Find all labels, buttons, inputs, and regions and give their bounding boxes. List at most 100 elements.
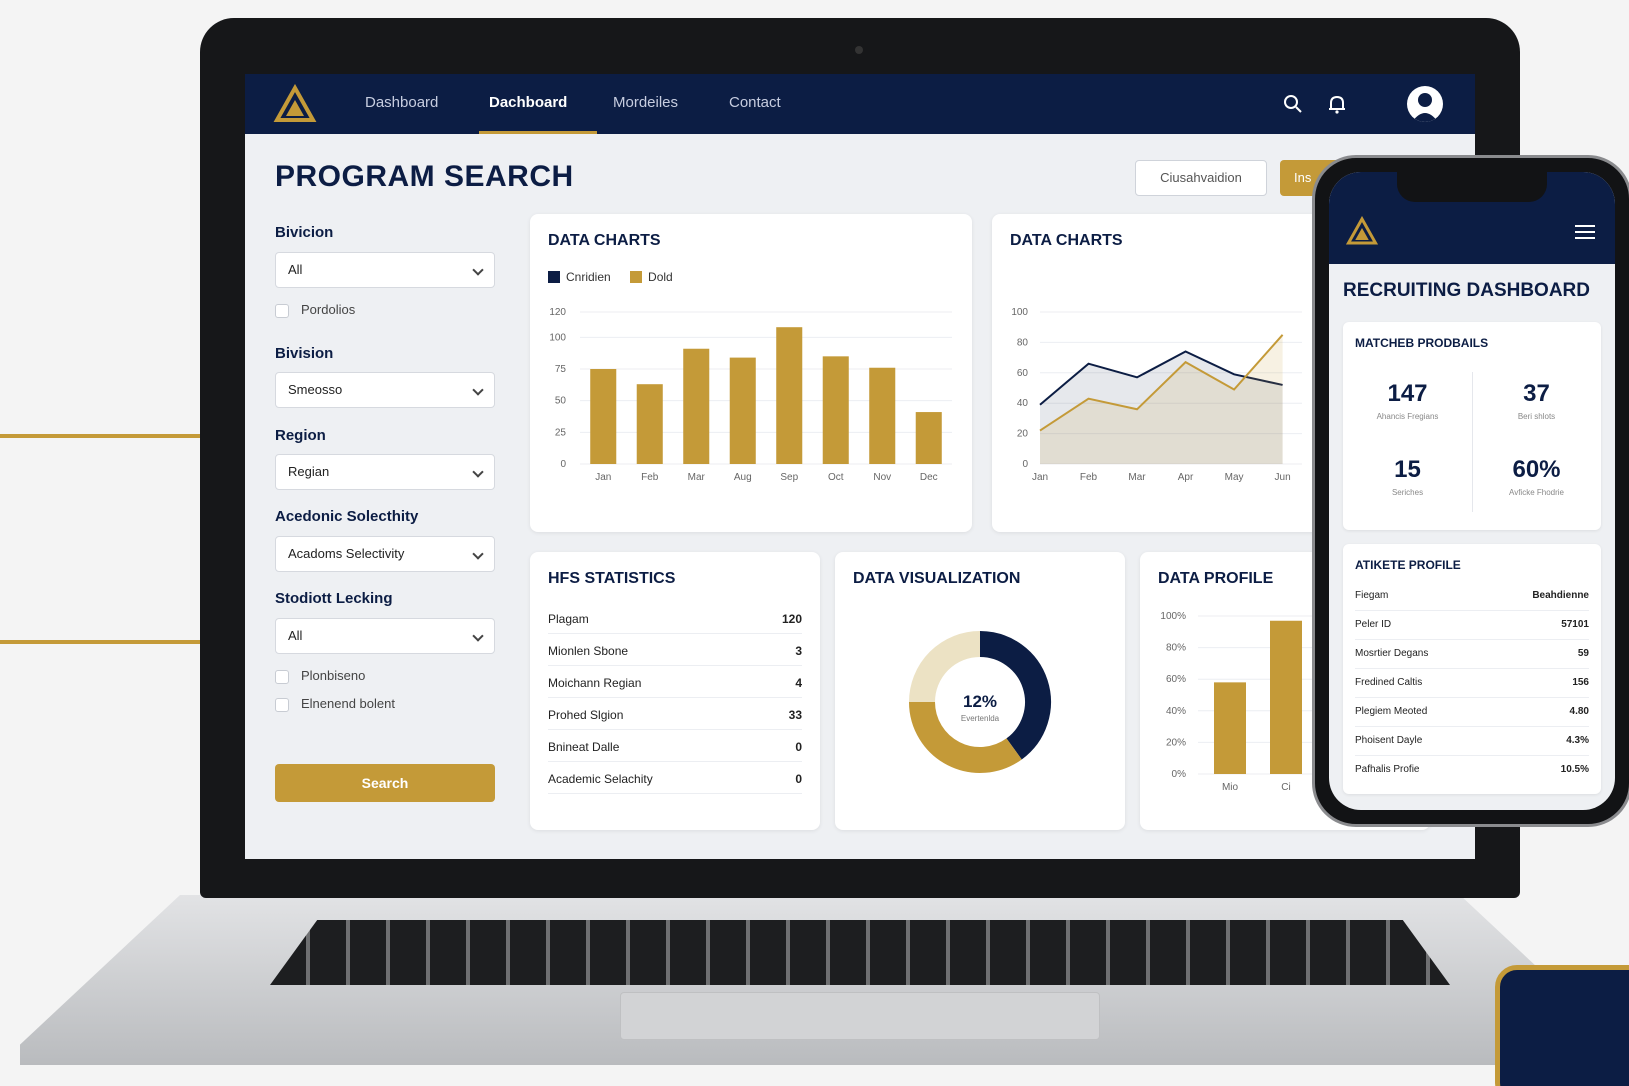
- bell-icon[interactable]: [1325, 92, 1349, 116]
- decorative-gold-line-bottom: [0, 640, 200, 644]
- secondary-action-button[interactable]: Ciusahvaidion: [1135, 160, 1267, 196]
- chevron-down-icon: [472, 630, 484, 642]
- region-select[interactable]: Regian: [275, 454, 495, 490]
- student-locking-value: All: [288, 628, 303, 643]
- y-tick-label: 25: [555, 427, 567, 438]
- y-tick-label: 100%: [1160, 611, 1186, 622]
- filter-label-division: Bivicion: [275, 224, 334, 241]
- phone-notch: [1397, 172, 1547, 202]
- hfs-statistics-card: HFS STATISTICS Plagam 120 Mionlen Sbone 3 …: [530, 552, 820, 830]
- x-tick-label: Jan: [1032, 472, 1048, 483]
- profile-row: Fiegam Beahdienne: [1355, 582, 1589, 611]
- checkbox-box[interactable]: [275, 303, 289, 318]
- laptop-trackpad: [620, 992, 1100, 1040]
- profile-label: Fredined Caltis: [1355, 677, 1423, 688]
- user-avatar[interactable]: [1407, 86, 1443, 122]
- phone-title: RECRUITING DASHBOARD: [1343, 280, 1590, 301]
- chevron-down-icon: [472, 548, 484, 560]
- bar: [636, 384, 663, 464]
- stat-row: Bnineat Dalle 0: [548, 730, 802, 762]
- profile-value: 10.5%: [1560, 764, 1589, 775]
- bar: [1270, 620, 1302, 774]
- metric-value: 60%: [1512, 456, 1561, 483]
- profile-label: Pafhalis Profie: [1355, 764, 1420, 775]
- bar-chart: 0 25 50 75 100 120 Jan Feb Mar Aug Sep Oct Nov Dec: [549, 307, 952, 483]
- y-tick-label: 50: [555, 396, 567, 407]
- y-tick-label: 80%: [1166, 643, 1186, 654]
- nav-item-dashboard[interactable]: Dashboard: [365, 94, 438, 111]
- stat-value: 33: [788, 708, 802, 722]
- metric-value: 37: [1523, 380, 1550, 407]
- stat-label: Plagam: [548, 612, 589, 626]
- checkbox-box[interactable]: [275, 697, 289, 712]
- academic-selectivity-select[interactable]: Acadoms Selectivity: [275, 536, 495, 572]
- search-icon[interactable]: [1281, 92, 1305, 116]
- search-button[interactable]: Search: [275, 764, 495, 802]
- checkbox-label: Elnenend bolent: [301, 696, 395, 711]
- x-tick-label: May: [1225, 472, 1244, 483]
- profile-value: Beahdienne: [1532, 590, 1589, 601]
- triangle-logo-icon[interactable]: [1345, 216, 1379, 246]
- x-tick-label: Mio: [1222, 782, 1239, 793]
- division-select[interactable]: All: [275, 252, 495, 288]
- stat-value: 0: [795, 772, 802, 786]
- filter-label-region: Region: [275, 427, 326, 444]
- filter-label-division-2: Bivision: [275, 345, 334, 362]
- matched-programs-card: MATCHEB PRODBAILS 147 Ahancis Fregians 37…: [1343, 322, 1601, 530]
- profile-value: 57101: [1561, 619, 1589, 630]
- profile-value: 4.80: [1569, 706, 1589, 717]
- checkbox-box[interactable]: [275, 669, 289, 684]
- y-tick-label: 60%: [1166, 674, 1186, 685]
- y-tick-label: 20: [1017, 429, 1029, 440]
- portfolios-checkbox[interactable]: Pordolios: [275, 302, 355, 318]
- academic-selectivity-value: Acadoms Selectivity: [288, 546, 405, 561]
- bar: [869, 367, 896, 464]
- student-locking-select[interactable]: All: [275, 618, 495, 654]
- bar: [1214, 682, 1246, 774]
- x-tick-label: Mar: [1128, 472, 1146, 483]
- division-2-select[interactable]: Smeosso: [275, 372, 495, 408]
- bar: [729, 357, 756, 464]
- x-tick-label: Mar: [688, 472, 706, 483]
- stat-label: Bnineat Dalle: [548, 740, 620, 754]
- nav-item-dachboard[interactable]: Dachboard: [489, 94, 567, 111]
- triangle-logo-icon[interactable]: [273, 84, 317, 124]
- profile-label: Fiegam: [1355, 590, 1389, 601]
- stat-row: Mionlen Sbone 3: [548, 634, 802, 666]
- bar: [590, 369, 617, 464]
- hamburger-menu-icon[interactable]: [1575, 224, 1595, 240]
- phone-device: RECRUITING DASHBOARD MATCHEB PRODBAILS 1…: [1312, 155, 1629, 827]
- donut-chart: [909, 631, 1051, 773]
- x-tick-label: Nov: [873, 472, 891, 483]
- phone-screen: RECRUITING DASHBOARD MATCHEB PRODBAILS 1…: [1329, 172, 1615, 810]
- x-tick-label: Dec: [920, 472, 938, 483]
- metric-caption: Seriches: [1391, 488, 1424, 497]
- metric-value: 15: [1394, 456, 1421, 483]
- filter-label-student-locking: Stodiott Lecking: [275, 590, 393, 607]
- stat-row: Plagam 120: [548, 602, 802, 634]
- y-tick-label: 0: [560, 459, 566, 470]
- metric-value: 147: [1387, 380, 1428, 407]
- nav-item-contact[interactable]: Contact: [729, 94, 781, 111]
- x-tick-label: Feb: [641, 472, 659, 483]
- x-tick-label: Feb: [1080, 472, 1098, 483]
- profile-label: Peler ID: [1355, 619, 1392, 630]
- profile-value: 156: [1572, 677, 1589, 688]
- x-tick-label: Ci: [1281, 782, 1290, 793]
- chevron-down-icon: [472, 466, 484, 478]
- x-tick-label: Oct: [828, 472, 844, 483]
- stat-label: Moichann Regian: [548, 676, 642, 690]
- y-tick-label: 0%: [1172, 769, 1187, 780]
- athlete-profile-card: ATIKETE PROFILE Fiegam Beahdienne Peler I…: [1343, 544, 1601, 794]
- bar: [915, 412, 942, 464]
- x-tick-label: Jun: [1275, 472, 1291, 483]
- nav-item-mordeiles[interactable]: Mordeiles: [613, 94, 678, 111]
- elnenend-checkbox[interactable]: Elnenend bolent: [275, 696, 395, 712]
- page-title: PROGRAM SEARCH: [275, 160, 574, 193]
- bar: [683, 348, 710, 464]
- stat-value: 0: [795, 740, 802, 754]
- metric-caption: Avficke Fhodrie: [1509, 488, 1564, 497]
- stat-label: Prohed Slgion: [548, 708, 624, 722]
- y-tick-label: 120: [549, 307, 566, 318]
- plonbiseno-checkbox[interactable]: Plonbiseno: [275, 668, 365, 684]
